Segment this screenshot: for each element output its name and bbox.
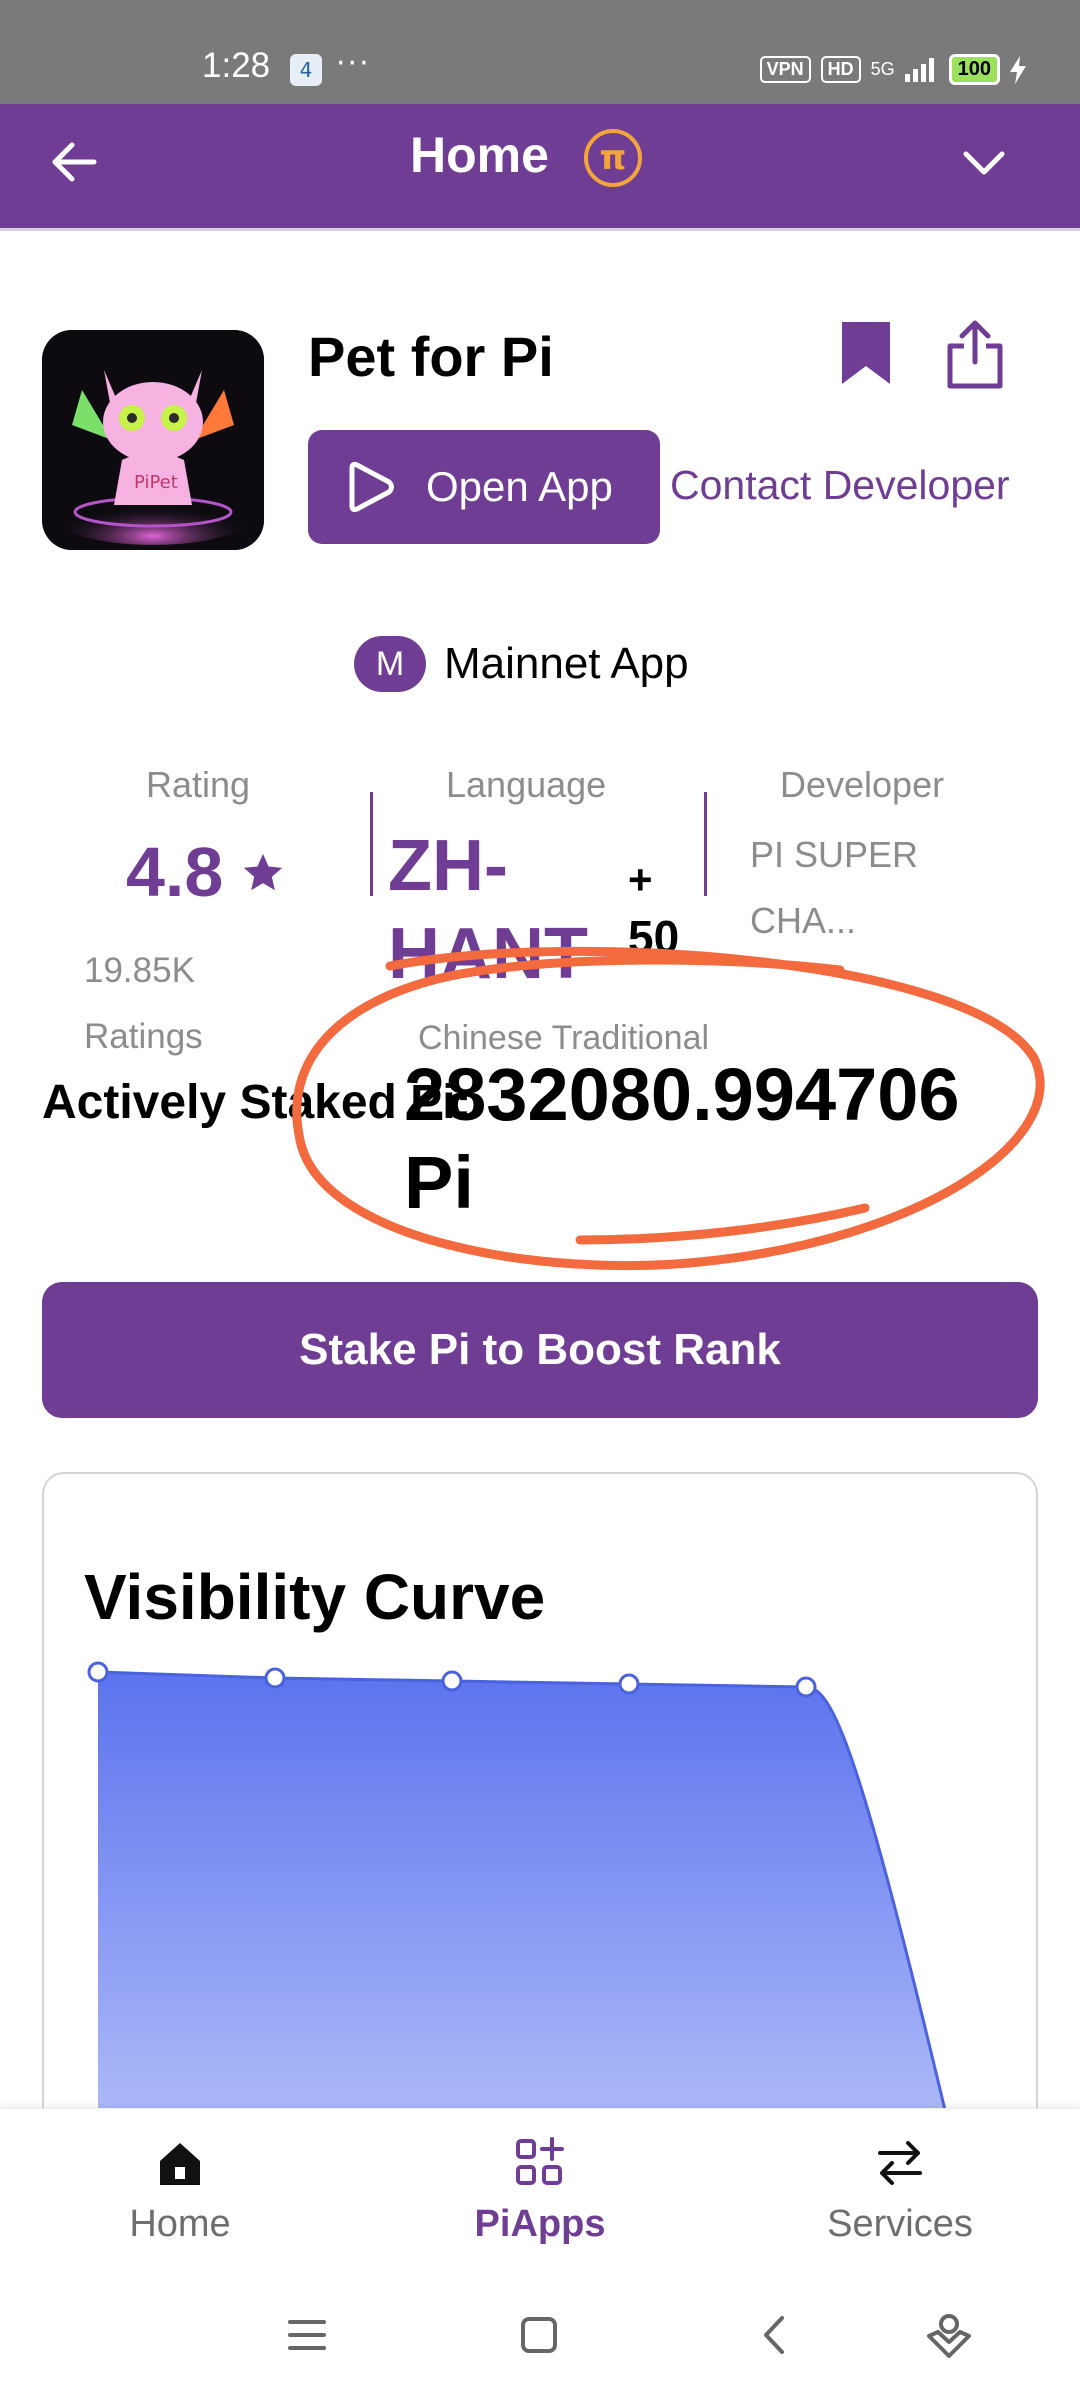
language-label: Language — [446, 764, 607, 805]
apps-icon — [516, 2137, 564, 2185]
stat-divider — [370, 792, 373, 896]
pi-logo-icon: π — [584, 129, 642, 187]
chevron-down-icon[interactable] — [954, 132, 1014, 192]
language-value[interactable]: ZH-HANT — [388, 822, 628, 998]
assistant-icon[interactable] — [924, 2310, 974, 2360]
nav-services[interactable]: Services — [780, 2135, 1020, 2246]
play-icon — [349, 461, 394, 513]
vpn-icon: VPN — [759, 56, 811, 83]
curve-point — [87, 1661, 109, 1683]
open-app-button[interactable]: Open App — [308, 430, 660, 544]
star-icon — [243, 853, 283, 891]
curve-point — [618, 1673, 640, 1695]
home-square-icon[interactable] — [514, 2310, 564, 2360]
mainnet-badge: M — [354, 636, 426, 692]
open-app-label: Open App — [426, 463, 613, 510]
status-bar: 1:28 4 ··· VPN HD 5G 100 — [0, 0, 1080, 104]
contact-developer-link[interactable]: Contact Developer — [670, 462, 1010, 509]
rating-label: Rating — [146, 764, 251, 805]
system-navigation-bar — [0, 2268, 1080, 2400]
svg-text:PiPet: PiPet — [134, 472, 178, 493]
hd-icon: HD — [820, 56, 861, 83]
visibility-curve-card: Visibility Curve — [42, 1472, 1038, 2172]
menu-icon[interactable] — [282, 2310, 332, 2360]
signal-icon — [904, 57, 934, 82]
curve-point — [441, 1670, 463, 1692]
app-icon: PiPet — [42, 330, 264, 550]
page-title: Home — [410, 127, 549, 183]
language-more-count[interactable]: 50 — [628, 910, 679, 964]
share-icon[interactable] — [944, 318, 1006, 390]
curve-area — [98, 1672, 960, 2172]
back-arrow-icon[interactable] — [44, 132, 104, 192]
battery-icon: 100 — [948, 54, 1000, 85]
bookmark-icon[interactable] — [838, 320, 894, 388]
curve-point — [264, 1667, 286, 1689]
bottom-navigation: Home PiApps Services — [0, 2108, 1080, 2268]
rating-value: 4.8 — [126, 833, 224, 911]
curve-point — [795, 1676, 817, 1698]
more-notifications-icon: ··· — [336, 46, 371, 81]
status-time: 1:28 — [202, 46, 271, 85]
chart-title: Visibility Curve — [84, 1561, 546, 1633]
charging-icon — [1010, 55, 1026, 84]
header-divider — [0, 228, 1080, 231]
mainnet-tag: M Mainnet App — [354, 636, 689, 692]
back-chevron-icon[interactable] — [750, 2310, 800, 2360]
staked-pi-unit: Pi — [404, 1141, 474, 1224]
developer-label: Developer — [780, 764, 945, 805]
developer-value[interactable]: PI SUPER CHA... — [750, 822, 980, 954]
swap-icon — [878, 2141, 922, 2185]
nav-home[interactable]: Home — [60, 2135, 300, 2246]
mainnet-label: Mainnet App — [444, 639, 689, 688]
app-header: Home π — [0, 104, 1080, 228]
app-name: Pet for Pi — [308, 325, 554, 388]
nav-piapps[interactable]: PiApps — [420, 2135, 660, 2246]
nav-home-label: Home — [129, 2203, 231, 2245]
staked-pi-value: 2832080.994706 — [404, 1053, 960, 1136]
home-icon — [160, 2143, 200, 2185]
language-plus: + — [628, 856, 653, 903]
notification-icon: 4 — [290, 54, 322, 86]
stat-divider — [704, 792, 707, 896]
stake-pi-button[interactable]: Stake Pi to Boost Rank — [42, 1282, 1038, 1418]
status-indicators: VPN HD 5G 100 — [759, 54, 1026, 85]
nav-services-label: Services — [827, 2203, 973, 2245]
network-type: 5G — [870, 59, 895, 79]
ratings-count: 19.85K Ratings — [84, 951, 203, 1056]
nav-piapps-label: PiApps — [474, 2203, 606, 2245]
